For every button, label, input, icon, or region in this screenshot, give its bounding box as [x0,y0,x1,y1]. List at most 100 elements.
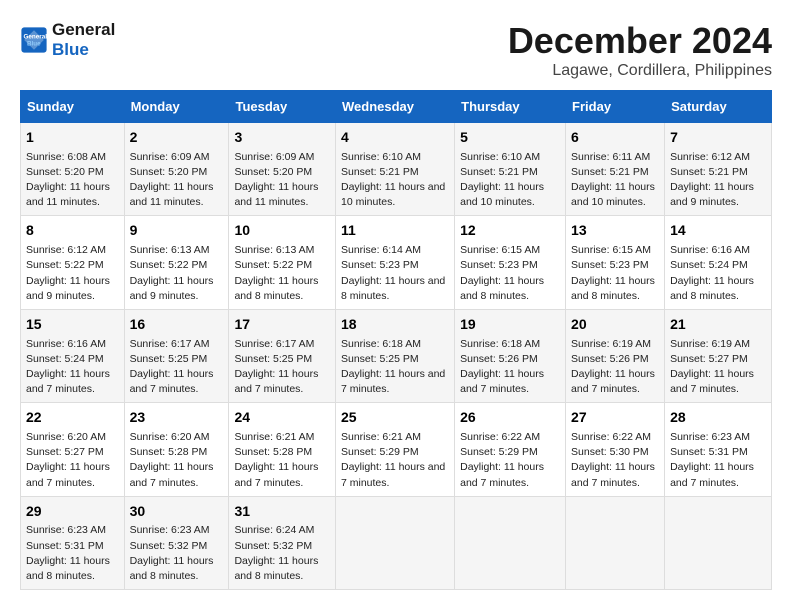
calendar-cell [455,496,566,589]
day-info: Sunrise: 6:20 AMSunset: 5:27 PMDaylight:… [26,430,119,491]
day-number: 20 [571,315,659,335]
calendar-cell: 26Sunrise: 6:22 AMSunset: 5:29 PMDayligh… [455,403,566,496]
calendar-cell: 14Sunrise: 6:16 AMSunset: 5:24 PMDayligh… [665,216,772,309]
logo-text-line1: General [52,20,115,40]
calendar-header-row: Sunday Monday Tuesday Wednesday Thursday… [21,91,772,123]
calendar-cell: 13Sunrise: 6:15 AMSunset: 5:23 PMDayligh… [566,216,665,309]
day-info: Sunrise: 6:22 AMSunset: 5:30 PMDaylight:… [571,430,659,491]
calendar-cell: 2Sunrise: 6:09 AMSunset: 5:20 PMDaylight… [124,123,229,216]
day-number: 19 [460,315,560,335]
calendar-week-1: 1Sunrise: 6:08 AMSunset: 5:20 PMDaylight… [21,123,772,216]
day-number: 12 [460,221,560,241]
day-info: Sunrise: 6:16 AMSunset: 5:24 PMDaylight:… [670,243,766,304]
day-info: Sunrise: 6:18 AMSunset: 5:26 PMDaylight:… [460,337,560,398]
day-info: Sunrise: 6:22 AMSunset: 5:29 PMDaylight:… [460,430,560,491]
page-header: General Blue General Blue December 2024 … [20,20,772,80]
day-number: 11 [341,221,449,241]
day-info: Sunrise: 6:24 AMSunset: 5:32 PMDaylight:… [234,523,330,584]
day-info: Sunrise: 6:23 AMSunset: 5:31 PMDaylight:… [26,523,119,584]
day-info: Sunrise: 6:21 AMSunset: 5:28 PMDaylight:… [234,430,330,491]
calendar-cell: 3Sunrise: 6:09 AMSunset: 5:20 PMDaylight… [229,123,336,216]
calendar-cell: 24Sunrise: 6:21 AMSunset: 5:28 PMDayligh… [229,403,336,496]
day-info: Sunrise: 6:19 AMSunset: 5:27 PMDaylight:… [670,337,766,398]
day-info: Sunrise: 6:14 AMSunset: 5:23 PMDaylight:… [341,243,449,304]
day-number: 23 [130,408,224,428]
calendar-cell [335,496,454,589]
logo: General Blue General Blue [20,20,115,61]
calendar-cell: 21Sunrise: 6:19 AMSunset: 5:27 PMDayligh… [665,309,772,402]
day-number: 21 [670,315,766,335]
day-number: 24 [234,408,330,428]
header-wednesday: Wednesday [335,91,454,123]
calendar-cell [566,496,665,589]
calendar-cell: 25Sunrise: 6:21 AMSunset: 5:29 PMDayligh… [335,403,454,496]
day-info: Sunrise: 6:23 AMSunset: 5:32 PMDaylight:… [130,523,224,584]
day-info: Sunrise: 6:09 AMSunset: 5:20 PMDaylight:… [234,150,330,211]
day-number: 13 [571,221,659,241]
location-title: Lagawe, Cordillera, Philippines [508,62,772,80]
day-number: 30 [130,502,224,522]
calendar-cell: 31Sunrise: 6:24 AMSunset: 5:32 PMDayligh… [229,496,336,589]
day-number: 4 [341,128,449,148]
header-tuesday: Tuesday [229,91,336,123]
calendar-cell: 1Sunrise: 6:08 AMSunset: 5:20 PMDaylight… [21,123,125,216]
day-info: Sunrise: 6:08 AMSunset: 5:20 PMDaylight:… [26,150,119,211]
calendar-cell: 28Sunrise: 6:23 AMSunset: 5:31 PMDayligh… [665,403,772,496]
day-info: Sunrise: 6:10 AMSunset: 5:21 PMDaylight:… [341,150,449,211]
day-info: Sunrise: 6:10 AMSunset: 5:21 PMDaylight:… [460,150,560,211]
day-number: 25 [341,408,449,428]
calendar-cell: 16Sunrise: 6:17 AMSunset: 5:25 PMDayligh… [124,309,229,402]
logo-icon: General Blue [20,26,48,54]
calendar-cell: 7Sunrise: 6:12 AMSunset: 5:21 PMDaylight… [665,123,772,216]
calendar-cell: 5Sunrise: 6:10 AMSunset: 5:21 PMDaylight… [455,123,566,216]
day-info: Sunrise: 6:18 AMSunset: 5:25 PMDaylight:… [341,337,449,398]
day-info: Sunrise: 6:09 AMSunset: 5:20 PMDaylight:… [130,150,224,211]
calendar-cell: 12Sunrise: 6:15 AMSunset: 5:23 PMDayligh… [455,216,566,309]
header-saturday: Saturday [665,91,772,123]
calendar-week-4: 22Sunrise: 6:20 AMSunset: 5:27 PMDayligh… [21,403,772,496]
calendar-cell: 6Sunrise: 6:11 AMSunset: 5:21 PMDaylight… [566,123,665,216]
day-number: 17 [234,315,330,335]
header-sunday: Sunday [21,91,125,123]
calendar-cell: 20Sunrise: 6:19 AMSunset: 5:26 PMDayligh… [566,309,665,402]
day-number: 16 [130,315,224,335]
calendar-cell: 4Sunrise: 6:10 AMSunset: 5:21 PMDaylight… [335,123,454,216]
day-info: Sunrise: 6:12 AMSunset: 5:22 PMDaylight:… [26,243,119,304]
day-number: 18 [341,315,449,335]
svg-text:Blue: Blue [27,41,41,48]
day-number: 14 [670,221,766,241]
month-title: December 2024 [508,20,772,62]
day-number: 26 [460,408,560,428]
day-number: 7 [670,128,766,148]
day-info: Sunrise: 6:21 AMSunset: 5:29 PMDaylight:… [341,430,449,491]
calendar-cell: 11Sunrise: 6:14 AMSunset: 5:23 PMDayligh… [335,216,454,309]
day-number: 22 [26,408,119,428]
calendar-week-2: 8Sunrise: 6:12 AMSunset: 5:22 PMDaylight… [21,216,772,309]
day-info: Sunrise: 6:13 AMSunset: 5:22 PMDaylight:… [234,243,330,304]
calendar-week-5: 29Sunrise: 6:23 AMSunset: 5:31 PMDayligh… [21,496,772,589]
day-info: Sunrise: 6:16 AMSunset: 5:24 PMDaylight:… [26,337,119,398]
day-number: 27 [571,408,659,428]
day-number: 5 [460,128,560,148]
calendar-cell: 15Sunrise: 6:16 AMSunset: 5:24 PMDayligh… [21,309,125,402]
day-number: 29 [26,502,119,522]
day-info: Sunrise: 6:17 AMSunset: 5:25 PMDaylight:… [130,337,224,398]
calendar-cell: 29Sunrise: 6:23 AMSunset: 5:31 PMDayligh… [21,496,125,589]
logo-text-line2: Blue [52,40,115,60]
day-info: Sunrise: 6:11 AMSunset: 5:21 PMDaylight:… [571,150,659,211]
calendar-cell: 17Sunrise: 6:17 AMSunset: 5:25 PMDayligh… [229,309,336,402]
svg-text:General: General [24,34,48,41]
calendar-cell: 18Sunrise: 6:18 AMSunset: 5:25 PMDayligh… [335,309,454,402]
day-info: Sunrise: 6:19 AMSunset: 5:26 PMDaylight:… [571,337,659,398]
day-number: 9 [130,221,224,241]
day-number: 1 [26,128,119,148]
day-info: Sunrise: 6:12 AMSunset: 5:21 PMDaylight:… [670,150,766,211]
day-number: 3 [234,128,330,148]
day-info: Sunrise: 6:20 AMSunset: 5:28 PMDaylight:… [130,430,224,491]
header-monday: Monday [124,91,229,123]
day-info: Sunrise: 6:23 AMSunset: 5:31 PMDaylight:… [670,430,766,491]
title-section: December 2024 Lagawe, Cordillera, Philip… [508,20,772,80]
day-number: 2 [130,128,224,148]
day-info: Sunrise: 6:13 AMSunset: 5:22 PMDaylight:… [130,243,224,304]
day-number: 28 [670,408,766,428]
